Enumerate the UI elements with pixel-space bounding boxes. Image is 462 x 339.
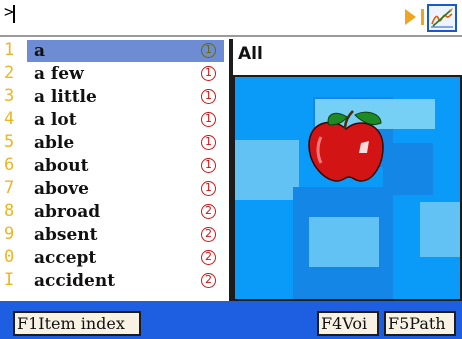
level-badge: 1 (201, 135, 216, 150)
bg-tile (420, 202, 460, 257)
level-badge: 1 (201, 66, 216, 81)
list-item[interactable]: 5 able 1 (0, 132, 229, 155)
list-item[interactable]: 6 about 1 (0, 155, 229, 178)
item-number: I (4, 270, 15, 290)
item-number: 2 (4, 63, 15, 83)
picture-frame (233, 75, 462, 301)
list-item[interactable]: I accident 2 (0, 270, 229, 293)
item-word: a (27, 40, 224, 62)
bg-tile (309, 217, 379, 267)
item-number: 3 (4, 86, 15, 106)
item-word: about (34, 156, 89, 176)
handwriting-icon (431, 8, 453, 28)
item-number: 5 (4, 132, 15, 152)
item-word: absent (34, 225, 98, 245)
item-number: 9 (4, 224, 15, 244)
category-header (233, 39, 462, 75)
item-word: above (34, 179, 89, 199)
item-word: accident (34, 271, 116, 291)
level-badge: 2 (201, 273, 216, 288)
list-item[interactable]: 7 above 1 (0, 178, 229, 201)
list-item[interactable]: 9 absent 2 (0, 224, 229, 247)
text-caret (13, 5, 15, 23)
item-number: 0 (4, 247, 15, 267)
level-badge: 1 (201, 43, 216, 58)
item-word: a little (34, 87, 97, 107)
level-badge: 1 (201, 181, 216, 196)
item-word: a few (34, 64, 84, 84)
path-button[interactable]: F5Path (384, 311, 456, 336)
handwriting-button[interactable] (427, 4, 457, 32)
list-item[interactable]: 1 a 1 (0, 40, 229, 63)
bar-icon (421, 9, 424, 25)
level-badge: 1 (201, 112, 216, 127)
item-word: abroad (34, 202, 101, 222)
level-badge: 1 (201, 89, 216, 104)
picture-area (235, 77, 460, 299)
item-word: a lot (34, 110, 77, 130)
item-number: 8 (4, 201, 15, 221)
item-index-button[interactable]: F1Item index (13, 311, 141, 336)
list-item[interactable]: 3 a little 1 (0, 86, 229, 109)
item-number: 1 (4, 40, 15, 60)
item-word: accept (34, 248, 97, 268)
level-badge: 1 (201, 158, 216, 173)
level-badge: 2 (201, 204, 216, 219)
list-item[interactable]: 0 accept 2 (0, 247, 229, 270)
word-list[interactable]: 1 a 1 2 a few 1 3 a little 1 4 a lot 1 5… (0, 39, 229, 301)
input-bar[interactable]: > (0, 0, 462, 37)
list-item[interactable]: 8 abroad 2 (0, 201, 229, 224)
apple-icon (308, 110, 384, 182)
level-badge: 2 (201, 250, 216, 265)
level-badge: 2 (201, 227, 216, 242)
list-item[interactable]: 2 a few 1 (0, 63, 229, 86)
item-number: 4 (4, 109, 15, 129)
item-number: 7 (4, 178, 15, 198)
play-icon[interactable] (404, 8, 418, 26)
category-title: All (238, 44, 263, 64)
list-item[interactable]: 4 a lot 1 (0, 109, 229, 132)
bg-tile (235, 140, 299, 200)
item-number: 6 (4, 155, 15, 175)
voice-button[interactable]: F4Voi (317, 311, 379, 336)
item-word: able (34, 133, 75, 153)
